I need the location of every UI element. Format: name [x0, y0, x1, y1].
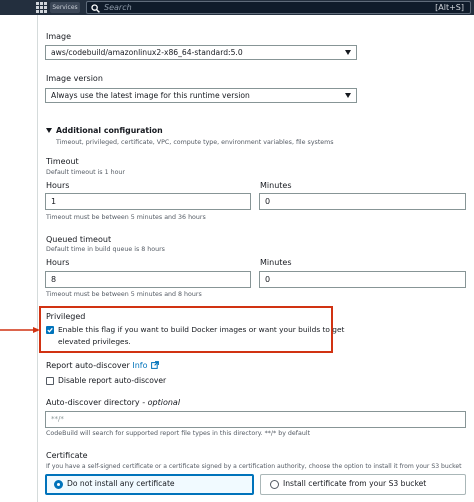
image-select[interactable]: aws/codebuild/amazonlinux2-x86_64-standa… — [45, 45, 357, 60]
timeout-hours-input[interactable]: 1 — [45, 193, 251, 210]
queued-timeout-hours-input[interactable]: 8 — [45, 271, 251, 288]
checkmark-icon — [47, 327, 53, 333]
external-link-icon[interactable] — [151, 361, 159, 369]
radio-option-s3-certificate[interactable]: Install certificate from your S3 bucket — [260, 474, 466, 495]
queued-timeout-minutes-label: Minutes — [260, 258, 292, 267]
s3-certificate-label: Install certificate from your S3 bucket — [283, 479, 427, 488]
timeout-hint: Default timeout is 1 hour — [46, 169, 126, 176]
timeout-minutes-input[interactable]: 0 — [259, 193, 466, 210]
auto-discover-directory-hint: CodeBuild will search for supported repo… — [46, 430, 311, 437]
queued-timeout-minutes-input[interactable]: 0 — [259, 271, 466, 288]
info-link[interactable]: Info — [132, 361, 147, 370]
report-auto-discover-text: Report auto-discover — [46, 361, 130, 370]
radio-selected-icon — [54, 480, 63, 489]
global-search-input[interactable]: Search [Alt+S] — [86, 1, 471, 14]
caret-down-icon — [345, 93, 351, 98]
privileged-checkbox[interactable] — [46, 326, 54, 334]
search-icon — [91, 4, 100, 13]
additional-configuration-description: Timeout, privileged, certificate, VPC, c… — [56, 139, 334, 146]
top-nav-bar: Services Search [Alt+S] — [0, 0, 474, 15]
image-label: Image — [46, 32, 72, 41]
search-shortcut-hint: [Alt+S] — [435, 3, 464, 12]
timeout-hours-label: Hours — [46, 181, 70, 190]
no-certificate-label: Do not install any certificate — [67, 479, 175, 488]
caret-down-icon — [345, 50, 351, 55]
expand-toggle-icon[interactable] — [46, 128, 52, 133]
certificate-label: Certificate — [46, 451, 88, 460]
radio-option-no-certificate[interactable]: Do not install any certificate — [45, 474, 254, 495]
optional-tag: - optional — [139, 398, 181, 407]
radio-unselected-icon — [270, 480, 279, 489]
queued-timeout-label: Queued timeout — [46, 235, 112, 244]
image-select-value: aws/codebuild/amazonlinux2-x86_64-standa… — [51, 48, 243, 57]
left-divider — [37, 15, 38, 502]
disable-report-auto-discover-checkbox[interactable] — [46, 377, 54, 385]
auto-discover-directory-text: Auto-discover directory — [46, 398, 140, 407]
queued-timeout-hint: Default time in build queue is 8 hours — [46, 246, 165, 253]
timeout-minutes-label: Minutes — [260, 181, 292, 190]
image-version-select-value: Always use the latest image for this run… — [51, 91, 250, 100]
queued-timeout-constraint: Timeout must be between 5 minutes and 8 … — [46, 291, 202, 298]
queued-timeout-hours-label: Hours — [46, 258, 70, 267]
auto-discover-directory-label: Auto-discover directory - optional — [46, 398, 180, 407]
report-auto-discover-label: Report auto-discover Info — [46, 361, 148, 370]
image-version-label: Image version — [46, 74, 103, 83]
apps-grid-icon[interactable] — [36, 2, 47, 13]
auto-discover-directory-input[interactable]: **/* — [45, 411, 466, 428]
services-menu-button[interactable]: Services — [50, 2, 80, 13]
privileged-checkbox-label-line1[interactable]: Enable this flag if you want to build Do… — [58, 325, 344, 334]
highlight-arrow-icon — [0, 327, 40, 333]
privileged-checkbox-label-line2[interactable]: elevated privileges. — [58, 337, 131, 346]
additional-configuration-toggle[interactable]: Additional configuration — [56, 126, 163, 135]
image-version-select[interactable]: Always use the latest image for this run… — [45, 88, 357, 103]
search-placeholder: Search — [104, 3, 132, 12]
certificate-hint: If you have a self-signed certificate or… — [46, 463, 462, 470]
timeout-label: Timeout — [46, 157, 79, 166]
privileged-label: Privileged — [46, 312, 86, 321]
timeout-constraint: Timeout must be between 5 minutes and 36… — [46, 214, 206, 221]
disable-report-auto-discover-label[interactable]: Disable report auto-discover — [58, 376, 166, 385]
